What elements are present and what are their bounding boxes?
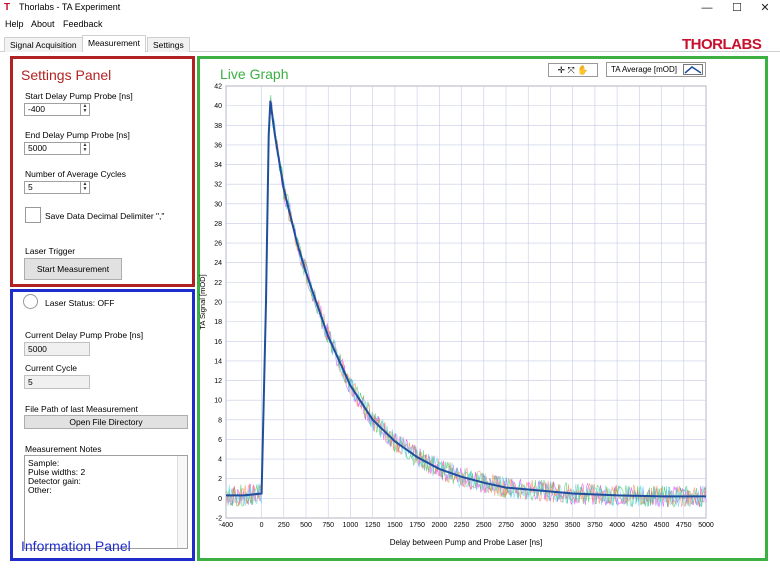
menu-help[interactable]: Help xyxy=(5,19,24,29)
file-path-label: File Path of last Measurement xyxy=(25,404,138,414)
current-delay-label: Current Delay Pump Probe [ns] xyxy=(25,330,144,340)
measurement-notes-textarea[interactable]: Sample: Pulse widths: 2 Detector gain: O… xyxy=(24,455,188,549)
thorlabs-logo: THORLABS xyxy=(682,36,762,53)
tab-bar: Signal Acquisition Measurement Settings xyxy=(0,35,780,52)
graph-tools-toolbar[interactable]: ✛ ⤧ ✋ xyxy=(548,63,598,77)
decimal-delimiter-checkbox[interactable] xyxy=(25,207,41,223)
close-button[interactable]: ✕ xyxy=(750,0,780,16)
laser-status-indicator xyxy=(23,294,38,309)
minimize-button[interactable]: — xyxy=(692,0,722,16)
maximize-button[interactable]: ☐ xyxy=(722,0,752,16)
start-measurement-button[interactable]: Start Measurement xyxy=(24,258,122,280)
tab-measurement[interactable]: Measurement xyxy=(82,35,146,52)
tab-signal-acquisition[interactable]: Signal Acquisition xyxy=(4,37,83,52)
spin-arrows-icon[interactable]: ▲ ▼ xyxy=(80,104,89,115)
laser-trigger-label: Laser Trigger xyxy=(25,246,76,256)
current-delay-value: 5000 xyxy=(24,342,90,356)
settings-panel-title: Settings Panel xyxy=(21,67,112,83)
legend-label: TA Average [mOD] xyxy=(611,65,677,74)
graph-legend[interactable]: TA Average [mOD] xyxy=(606,62,706,77)
title-bar: T Thorlabs - TA Experiment — ☐ ✕ xyxy=(0,0,780,16)
avg-cycles-input[interactable]: 5 ▲ ▼ xyxy=(24,181,90,194)
information-panel-title: Information Panel xyxy=(21,538,131,554)
avg-cycles-label: Number of Average Cycles xyxy=(25,169,126,179)
measurement-notes-label: Measurement Notes xyxy=(25,444,102,454)
end-delay-input[interactable]: 5000 ▲ ▼ xyxy=(24,142,90,155)
start-delay-input[interactable]: -400 ▲ ▼ xyxy=(24,103,90,116)
decimal-delimiter-label: Save Data Decimal Delimiter "," xyxy=(45,211,165,221)
window-title: Thorlabs - TA Experiment xyxy=(19,2,121,12)
spin-arrows-icon[interactable]: ▲ ▼ xyxy=(80,182,89,193)
end-delay-label: End Delay Pump Probe [ns] xyxy=(25,130,130,140)
tab-settings[interactable]: Settings xyxy=(147,37,190,52)
menu-bar: Help About Feedback xyxy=(0,17,780,31)
menu-about[interactable]: About xyxy=(31,19,55,29)
start-delay-label: Start Delay Pump Probe [ns] xyxy=(25,91,133,101)
spin-arrows-icon[interactable]: ▲ ▼ xyxy=(80,143,89,154)
notes-line: Other: xyxy=(28,485,52,495)
open-file-directory-button[interactable]: Open File Directory xyxy=(24,415,188,429)
information-panel: Laser Status: OFF Current Delay Pump Pro… xyxy=(10,289,195,561)
live-graph-panel: Live Graph xyxy=(197,56,768,561)
legend-line-icon xyxy=(683,64,703,75)
menu-feedback[interactable]: Feedback xyxy=(63,19,103,29)
current-cycle-label: Current Cycle xyxy=(25,363,77,373)
laser-status-text: Laser Status: OFF xyxy=(45,298,115,308)
current-cycle-value: 5 xyxy=(24,375,90,389)
notes-scrollbar[interactable] xyxy=(177,456,187,548)
settings-panel: Settings Panel Start Delay Pump Probe [n… xyxy=(10,56,195,287)
live-graph-title: Live Graph xyxy=(220,66,289,82)
thorlabs-t-icon: T xyxy=(4,2,11,13)
